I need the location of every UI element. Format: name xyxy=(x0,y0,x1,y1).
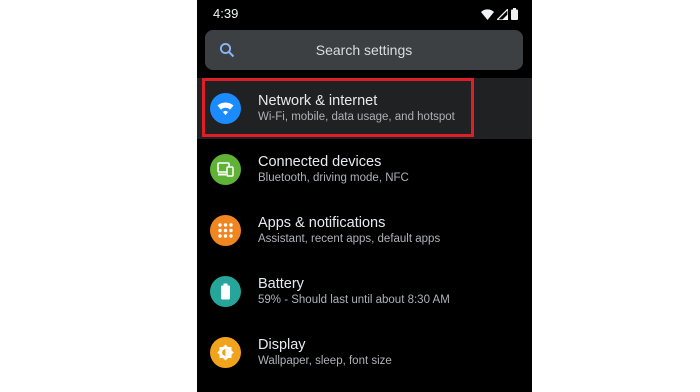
settings-item-title: Display xyxy=(258,337,306,353)
status-icons xyxy=(481,7,518,21)
connected-devices-icon-badge xyxy=(210,154,241,185)
devices-icon xyxy=(217,162,234,177)
apps-icon-badge xyxy=(210,215,241,246)
phone-screen: 4:39 Search settings Network & internet … xyxy=(197,0,532,392)
display-icon-badge xyxy=(210,337,241,368)
settings-item-title: Battery xyxy=(258,276,304,292)
settings-item-title: Network & internet xyxy=(258,93,378,109)
search-placeholder: Search settings xyxy=(315,42,413,58)
settings-item-title: Apps & notifications xyxy=(258,215,386,231)
apps-grid-icon xyxy=(218,223,233,238)
settings-item-battery[interactable]: Battery 59% - Should last until about 8:… xyxy=(197,261,532,322)
settings-list: Network & internet Wi-Fi, mobile, data u… xyxy=(197,78,532,383)
settings-item-connected-devices[interactable]: Connected devices Bluetooth, driving mod… xyxy=(197,139,532,200)
settings-item-subtitle: Wallpaper, sleep, font size xyxy=(258,355,392,367)
network-icon-badge xyxy=(210,93,241,124)
brightness-icon xyxy=(217,344,234,361)
settings-item-title: Connected devices xyxy=(258,154,382,170)
wifi-icon xyxy=(217,102,234,115)
status-time: 4:39 xyxy=(213,6,239,21)
battery-icon xyxy=(511,8,518,20)
search-bar[interactable]: Search settings xyxy=(205,30,523,70)
status-bar: 4:39 xyxy=(197,0,532,28)
settings-item-network[interactable]: Network & internet Wi-Fi, mobile, data u… xyxy=(197,78,532,139)
settings-item-apps-notifications[interactable]: Apps & notifications Assistant, recent a… xyxy=(197,200,532,261)
settings-item-display[interactable]: Display Wallpaper, sleep, font size xyxy=(197,322,532,383)
settings-item-subtitle: Bluetooth, driving mode, NFC xyxy=(258,172,409,184)
battery-icon-badge xyxy=(210,276,241,307)
signal-icon xyxy=(497,8,508,20)
settings-item-subtitle: Wi-Fi, mobile, data usage, and hotspot xyxy=(258,111,455,123)
settings-item-subtitle: 59% - Should last until about 8:30 AM xyxy=(258,294,450,306)
battery-icon xyxy=(221,283,230,300)
wifi-icon xyxy=(481,8,494,20)
settings-item-subtitle: Assistant, recent apps, default apps xyxy=(258,233,441,245)
